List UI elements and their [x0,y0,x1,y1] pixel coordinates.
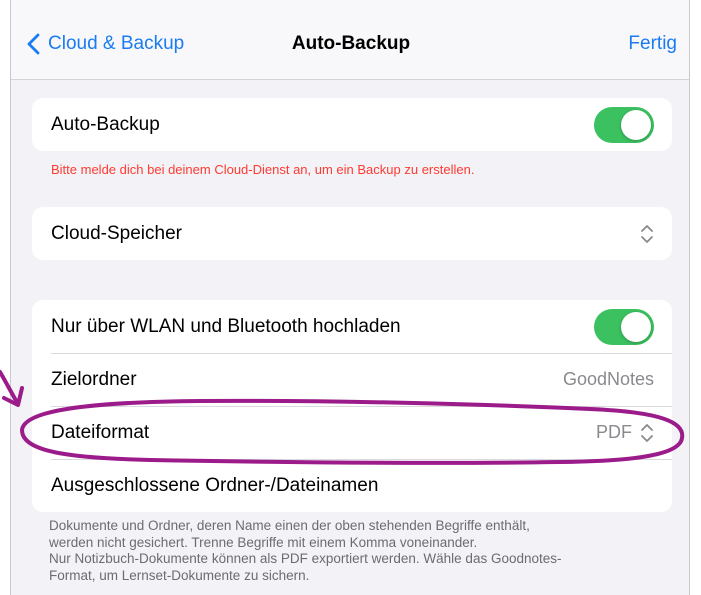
auto-backup-card: Auto-Backup [32,98,672,151]
done-button[interactable]: Fertig [628,33,677,55]
excluded-names-row[interactable]: Ausgeschlossene Ordner-/Dateinamen [32,459,672,512]
cloud-storage-label: Cloud-Speicher [51,222,182,244]
destination-folder-row[interactable]: Zielordner GoodNotes [32,353,672,406]
wifi-only-label: Nur über WLAN und Bluetooth hochladen [51,315,401,337]
wifi-only-row: Nur über WLAN und Bluetooth hochladen [32,300,672,353]
footnote-line: werden nicht gesichert. Trenne Begriffe … [49,534,478,550]
toggle-knob [621,109,651,140]
chevron-up-down-icon [641,224,653,243]
wifi-only-toggle[interactable] [594,308,654,345]
destination-folder-value: GoodNotes [562,369,654,389]
page-title: Auto-Backup [291,33,411,54]
file-format-label: Dateiformat [51,421,150,443]
cloud-login-warning: Bitte melde dich bei deinem Cloud-Dienst… [51,162,475,177]
footnote-text: Dokumente und Ordner, deren Name einen d… [49,518,669,584]
cloud-storage-row[interactable]: Cloud-Speicher [32,207,672,260]
cloud-storage-card: Cloud-Speicher [32,207,672,260]
upload-options-card: Nur über WLAN und Bluetooth hochladen Zi… [32,300,672,512]
footnote-line: Format, um Lernset-Dokumente zu sichern. [49,567,310,583]
auto-backup-label: Auto-Backup [51,113,160,135]
excluded-names-label: Ausgeschlossene Ordner-/Dateinamen [51,474,379,496]
file-format-value: PDF [596,422,632,442]
settings-sheet: Cloud & Backup Auto-Backup Fertig Auto-B… [10,0,690,595]
navigation-bar: Cloud & Backup Auto-Backup Fertig [11,0,689,80]
destination-folder-label: Zielordner [51,368,137,390]
toggle-knob [621,311,651,342]
auto-backup-row: Auto-Backup [32,98,672,151]
chevron-up-down-icon [641,423,653,442]
footnote-line: Dokumente und Ordner, deren Name einen d… [49,518,530,533]
auto-backup-toggle[interactable] [594,106,654,143]
footnote-line: Nur Notizbuch-Dokumente können als PDF e… [49,551,562,566]
file-format-row[interactable]: Dateiformat PDF [32,406,672,459]
